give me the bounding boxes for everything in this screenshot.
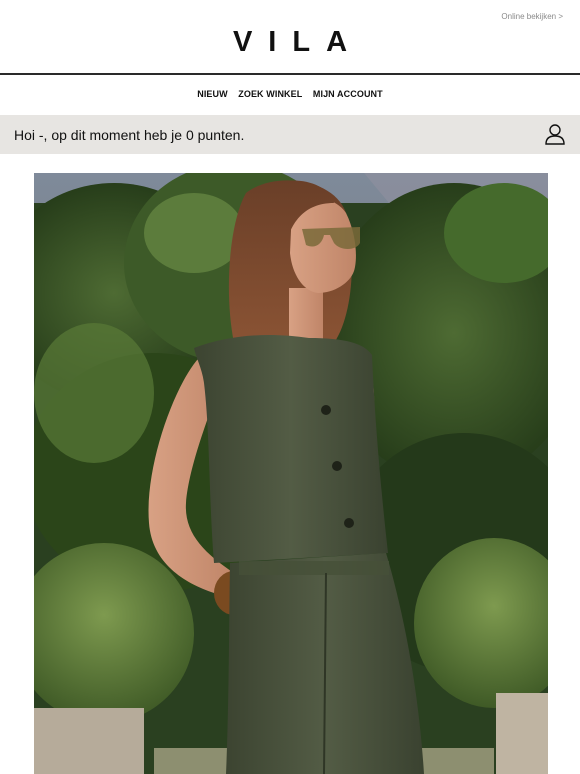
points-message: Hoi -, op dit moment heb je 0 punten.	[14, 127, 245, 143]
brand-logo[interactable]: VILA	[0, 26, 580, 58]
hero-photo	[34, 173, 548, 774]
main-nav: NIEUW ZOEK WINKEL MIJN ACCOUNT	[0, 89, 580, 99]
nav-item-new[interactable]: NIEUW	[197, 89, 228, 99]
header-divider	[0, 73, 580, 75]
view-online-link[interactable]: Online bekijken >	[501, 12, 563, 21]
loyalty-points-bar: Hoi -, op dit moment heb je 0 punten.	[0, 115, 580, 154]
user-icon[interactable]	[544, 123, 566, 145]
hero-image[interactable]	[34, 173, 548, 774]
nav-item-store-finder[interactable]: ZOEK WINKEL	[238, 89, 302, 99]
nav-item-my-account[interactable]: MIJN ACCOUNT	[313, 89, 383, 99]
email-header: Online bekijken > VILA	[0, 0, 580, 74]
